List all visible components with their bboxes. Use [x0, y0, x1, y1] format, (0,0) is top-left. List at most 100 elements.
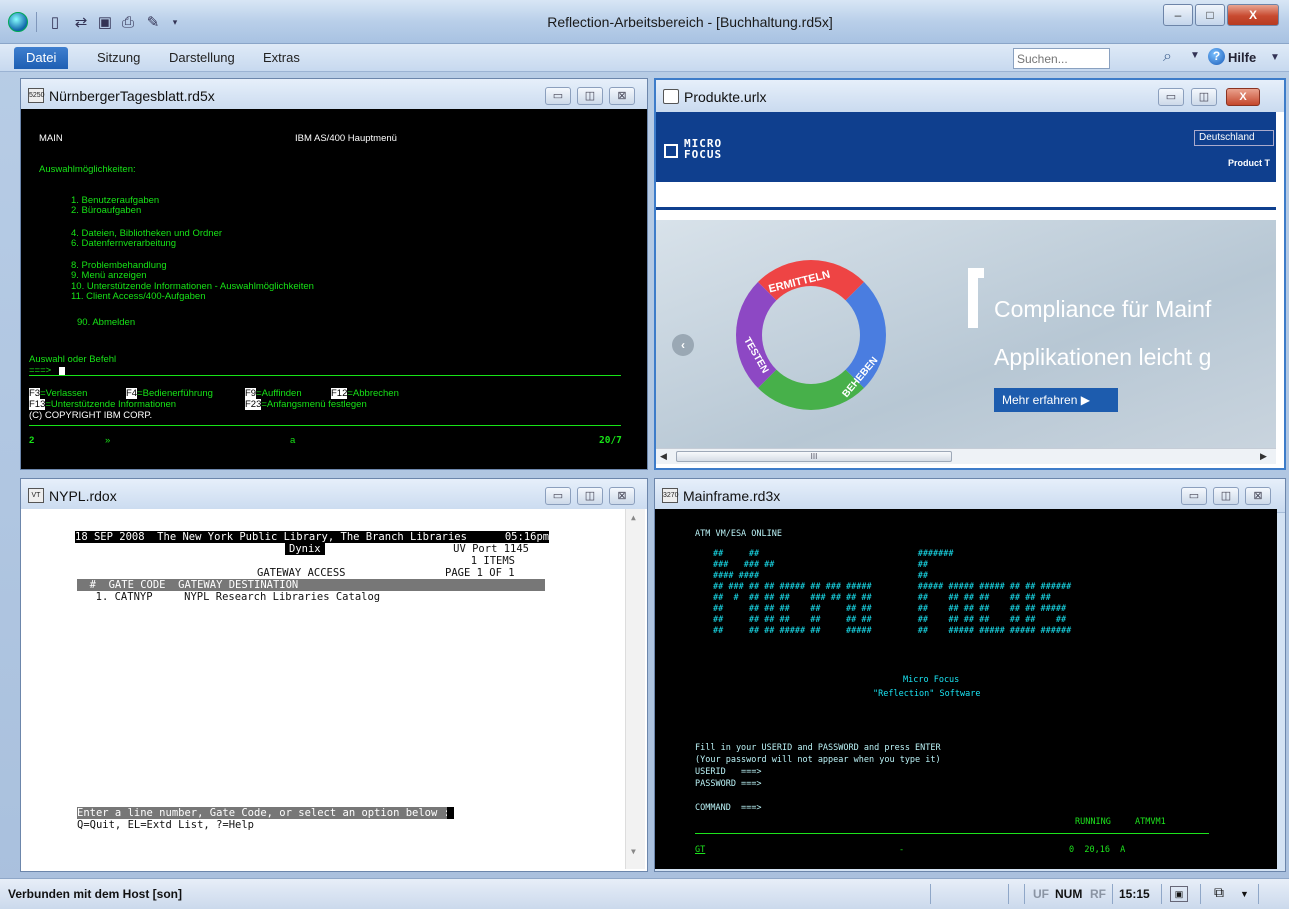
connection-status: Verbunden mit dem Host [son]	[8, 887, 183, 901]
window-mainframe: 3270 Mainframe.rd3x ▭ ◫ ⊠ ATM VM/ESA ONL…	[654, 478, 1286, 872]
as400-terminal-screen[interactable]: MAIN IBM AS/400 Hauptmenü Auswahlmöglich…	[21, 109, 647, 469]
status-indicator: -	[899, 845, 905, 855]
f23-key[interactable]: F23	[245, 399, 262, 410]
child-close-button[interactable]: X	[1226, 88, 1260, 106]
f4-key[interactable]: F4	[126, 388, 138, 399]
f9-key[interactable]: F9	[245, 388, 257, 399]
menu-item[interactable]: 6. Datenfernverarbeitung	[71, 238, 176, 249]
scroll-up-icon[interactable]: ▲	[631, 513, 636, 522]
logo: MICRO FOCUS	[684, 138, 722, 160]
search-dropdown-icon[interactable]: ▼	[1190, 50, 1200, 61]
status-separator	[1112, 884, 1113, 904]
item-count: 1 ITEMS	[470, 555, 515, 567]
userid-field[interactable]: USERID ===>	[695, 767, 762, 777]
status-separator	[1008, 884, 1009, 904]
web-page-icon	[663, 89, 679, 104]
horizontal-scrollbar[interactable]: ◀ III ▶	[656, 448, 1276, 464]
child-minimize-button[interactable]: ▭	[1181, 487, 1207, 505]
tab-datei[interactable]: Datei	[14, 47, 69, 69]
hero-subline: Applikationen leicht g	[994, 344, 1212, 370]
copyright: (C) COPYRIGHT IBM CORP.	[29, 410, 153, 421]
carousel-prev-button[interactable]: ‹	[672, 334, 694, 356]
tab-sitzung[interactable]: Sitzung	[88, 47, 149, 69]
help-button[interactable]: Hilfe	[1228, 50, 1256, 65]
scroll-down-icon[interactable]: ▼	[631, 847, 636, 856]
window-header: 3270 Mainframe.rd3x ▭ ◫ ⊠	[655, 479, 1285, 513]
child-restore-button[interactable]: ◫	[1213, 487, 1239, 505]
toolbar-separator	[36, 12, 37, 32]
ascii-art-line: ## ## ## ## ## ## ## ## ## ## ## ## ## #…	[713, 615, 1067, 625]
uf-indicator: UF	[1033, 887, 1049, 901]
login-note: (Your password will not appear when you …	[695, 755, 941, 765]
maximize-button[interactable]: □	[1195, 4, 1225, 26]
child-restore-button[interactable]: ◫	[577, 87, 603, 105]
window-header: 5250 NürnbergerTagesblatt.rd5x ▭ ◫ ⊠	[21, 79, 647, 113]
num-indicator: NUM	[1055, 887, 1083, 901]
open-icon[interactable]: ⇄	[72, 13, 90, 31]
nav-strip	[656, 182, 1276, 210]
status-mode: a	[290, 435, 296, 446]
site-header: MICRO FOCUS Deutschland Product T	[656, 112, 1276, 182]
edit-macro-icon[interactable]: ✎	[144, 13, 162, 31]
ascii-art-line: ## ## #######	[713, 549, 954, 559]
child-restore-button[interactable]: ◫	[577, 487, 603, 505]
country-select[interactable]: Deutschland	[1194, 130, 1274, 146]
tab-extras[interactable]: Extras	[254, 47, 309, 69]
save-icon[interactable]: ▣	[96, 13, 114, 31]
command-field[interactable]: COMMAND ===>	[695, 803, 762, 813]
window-title: NYPL.rdox	[49, 488, 117, 504]
menu-item[interactable]: 9. Menü anzeigen	[71, 270, 147, 281]
ascii-art-line: ## ## ## ##### ## ##### ## ##### ##### #…	[713, 626, 1072, 636]
child-close-button[interactable]: ⊠	[609, 487, 635, 505]
web-view[interactable]: MICRO FOCUS Deutschland Product T ERMITT…	[656, 112, 1284, 468]
scroll-left-icon[interactable]: ◀	[660, 451, 667, 462]
search-input[interactable]	[1013, 48, 1110, 69]
f12-key[interactable]: F12	[331, 388, 348, 399]
more-info-button[interactable]: Mehr erfahren ▶	[994, 388, 1118, 412]
scroll-thumb[interactable]: III	[676, 451, 952, 462]
quick-access-dropdown-icon[interactable]: ▾	[166, 13, 184, 31]
library-header: 18 SEP 2008 The New York Public Library,…	[75, 531, 550, 543]
child-close-button[interactable]: ⊠	[1245, 487, 1271, 505]
hero-headline: Compliance für Mainf	[994, 296, 1212, 322]
input-prompt: Enter a line number, Gate Code, or selec…	[77, 807, 450, 819]
child-minimize-button[interactable]: ▭	[545, 487, 571, 505]
tab-darstellung[interactable]: Darstellung	[160, 47, 244, 69]
fullscreen-icon[interactable]: ▣	[1170, 886, 1188, 902]
status-indicator: »	[105, 435, 111, 446]
cursor-position: 0 20,16 A	[1069, 845, 1126, 855]
close-button[interactable]: X	[1227, 4, 1279, 26]
command-prompt-label: Auswahl oder Befehl	[29, 354, 117, 365]
vertical-scrollbar[interactable]: ▲ ▼	[625, 509, 645, 869]
app-orb-icon[interactable]	[8, 12, 28, 32]
vt-terminal-screen[interactable]: 18 SEP 2008 The New York Public Library,…	[21, 509, 647, 871]
password-field[interactable]: PASSWORD ===>	[695, 779, 762, 789]
print-icon[interactable]: ⎙	[119, 13, 137, 31]
child-minimize-button[interactable]: ▭	[1158, 88, 1184, 106]
layout-dropdown-icon[interactable]: ▼	[1240, 889, 1249, 899]
help-dropdown-icon[interactable]: ▼	[1270, 52, 1280, 63]
window-title: Reflection-Arbeitsbereich - [Buchhaltung…	[547, 14, 833, 30]
child-close-button[interactable]: ⊠	[609, 87, 635, 105]
3270-terminal-screen[interactable]: ATM VM/ESA ONLINE ## ## ####### ### ### …	[655, 509, 1277, 869]
status-separator	[1024, 884, 1025, 904]
menu-item[interactable]: 2. Büroaufgaben	[71, 205, 141, 216]
search-icon[interactable]: ⌕	[1163, 48, 1172, 66]
window-layout-icon[interactable]: ⧉	[1214, 884, 1224, 901]
cursor-position: 20/7	[599, 435, 622, 446]
help-icon[interactable]: ?	[1208, 48, 1225, 65]
gateway-title: GATEWAY ACCESS	[257, 567, 346, 579]
minimize-button[interactable]: –	[1163, 4, 1193, 26]
child-minimize-button[interactable]: ▭	[545, 87, 571, 105]
f13-label: =Unterstützende Informationen	[45, 399, 177, 410]
menu-item[interactable]: 90. Abmelden	[77, 317, 135, 328]
nav-product-link[interactable]: Product T	[1228, 158, 1270, 168]
table-row[interactable]: 1. CATNYP NYPL Research Libraries Catalo…	[83, 591, 380, 603]
f13-key[interactable]: F13	[29, 399, 46, 410]
f3-key[interactable]: F3	[29, 388, 41, 399]
scroll-right-icon[interactable]: ▶	[1260, 451, 1267, 462]
new-document-icon[interactable]: ▯	[46, 13, 64, 31]
menu-item[interactable]: 11. Client Access/400-Aufgaben	[71, 291, 206, 302]
child-restore-button[interactable]: ◫	[1191, 88, 1217, 106]
screen-id: MAIN	[39, 133, 63, 144]
